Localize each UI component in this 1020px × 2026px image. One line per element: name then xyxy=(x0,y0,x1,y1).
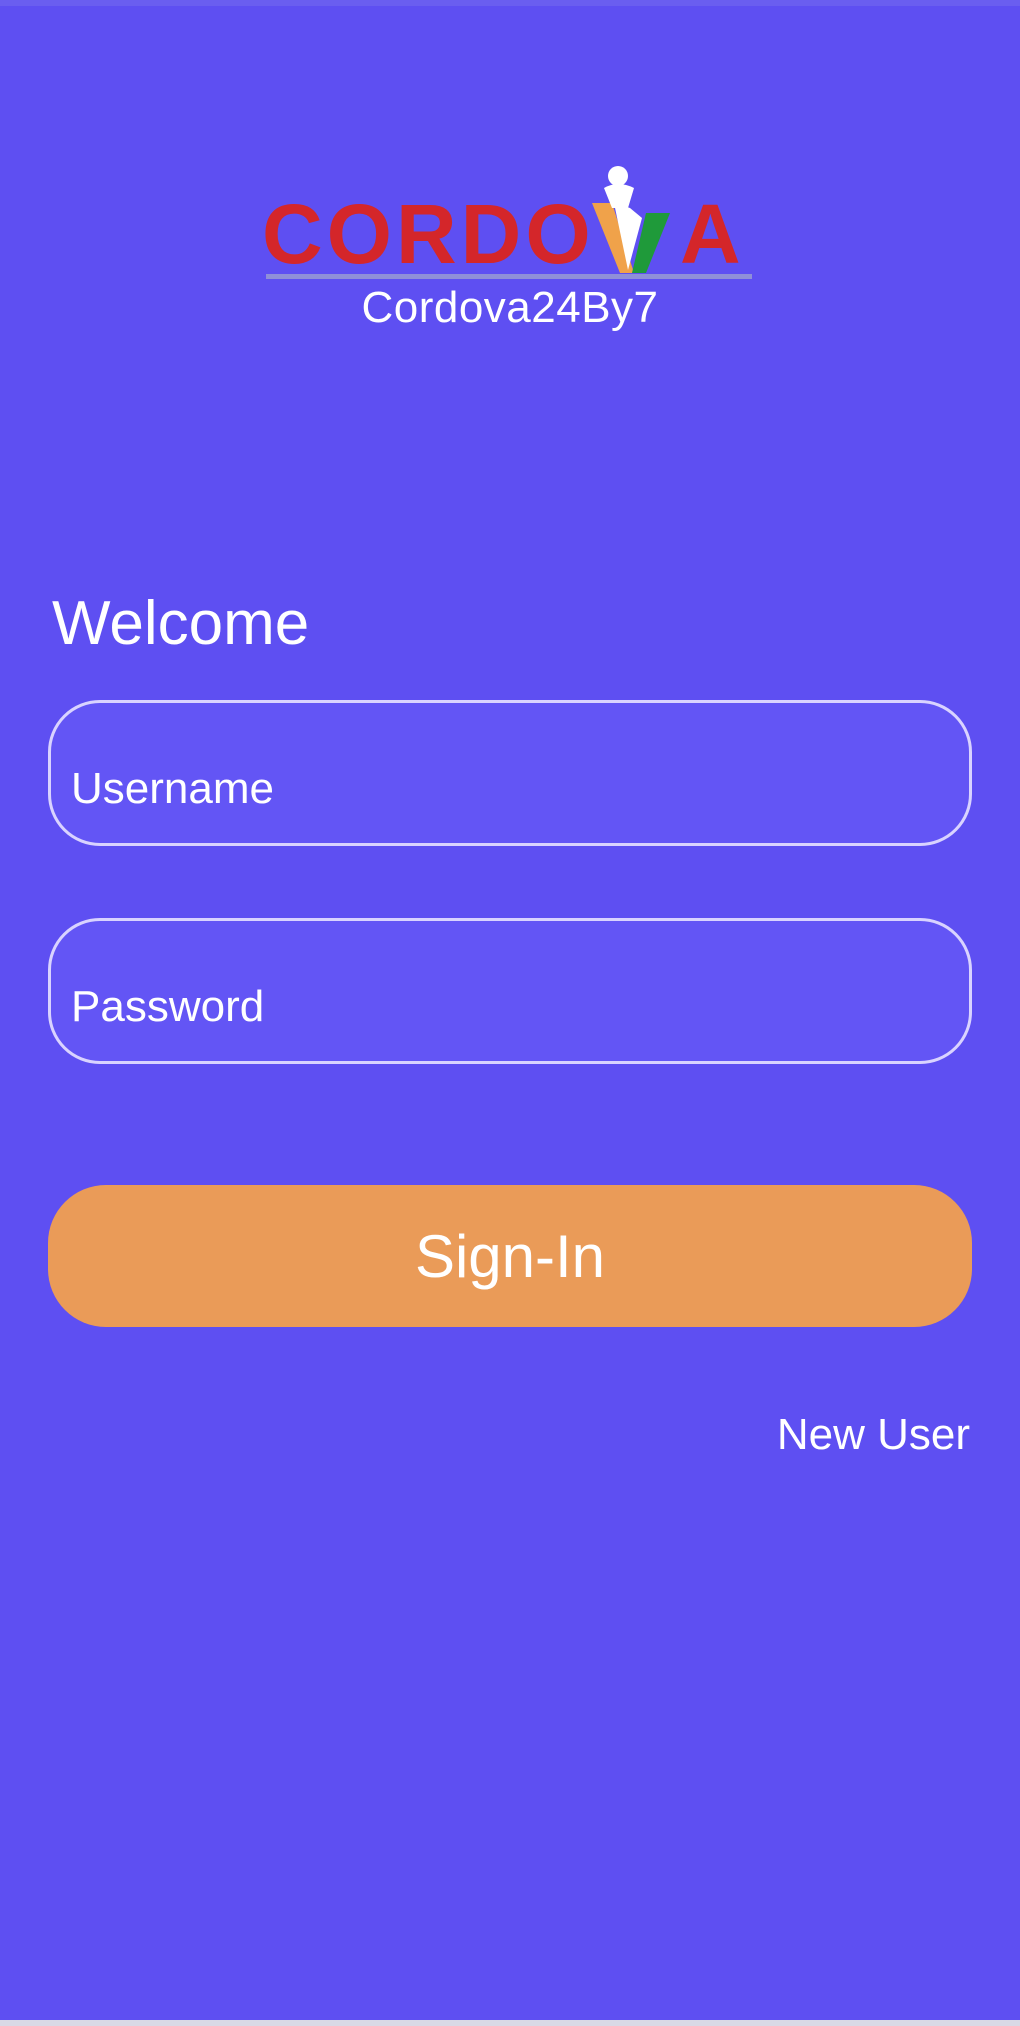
login-screen: CORDO A Cordova24By7 Welcome Sign-In New… xyxy=(0,0,1020,2026)
welcome-heading: Welcome xyxy=(52,589,310,658)
password-field[interactable] xyxy=(48,918,972,1077)
new-user-link[interactable]: New User xyxy=(777,1410,970,1460)
status-bar-edge xyxy=(0,0,1020,6)
navigation-bar-edge xyxy=(0,2020,1020,2026)
username-input[interactable] xyxy=(71,703,951,859)
cordova-logo: CORDO A xyxy=(262,158,762,288)
password-input[interactable] xyxy=(71,921,951,1077)
cordova-logo-graphic: CORDO A xyxy=(262,166,752,281)
username-field[interactable] xyxy=(48,700,972,859)
logo-letter-right: A xyxy=(680,187,741,281)
logo-underline xyxy=(266,274,752,279)
sign-in-button[interactable]: Sign-In xyxy=(48,1185,972,1327)
logo-subtitle: Cordova24By7 xyxy=(361,283,659,332)
logo-emblem-icon xyxy=(592,166,670,273)
logo-letters-left: CORDO xyxy=(262,187,595,281)
